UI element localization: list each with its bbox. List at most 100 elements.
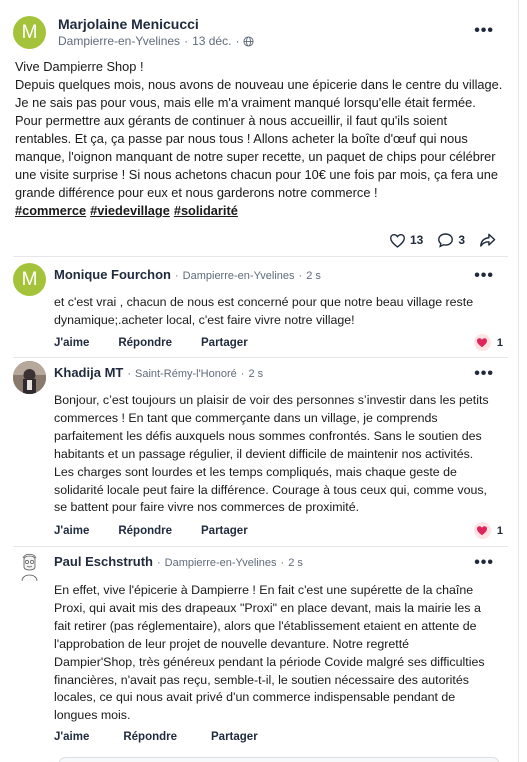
post-body: Vive Dampierre Shop ! Depuis quelques mo…: [15, 58, 510, 220]
cartoon-avatar-icon: [13, 550, 46, 583]
meta-separator: ·: [240, 368, 245, 380]
comment-like-button[interactable]: J'aime: [54, 337, 89, 349]
commenter-name[interactable]: Khadija MT: [54, 365, 123, 380]
hashtag-solidarite[interactable]: #solidarité: [174, 202, 238, 220]
comment-share-button[interactable]: Partager: [211, 731, 258, 743]
like-count: 13: [409, 233, 424, 247]
comment-time: 2 s: [248, 368, 264, 380]
heart-filled-icon: [473, 522, 491, 539]
meta-separator: ·: [235, 34, 240, 48]
post-line: Depuis quelques mois, nous avons de nouv…: [15, 77, 503, 92]
author-avatar[interactable]: M: [13, 16, 46, 49]
commenter-avatar[interactable]: [13, 550, 46, 583]
comment-share-button[interactable]: Partager: [201, 525, 248, 537]
post-reactions: 13 3: [389, 232, 496, 248]
comment-like-count[interactable]: 1: [473, 522, 503, 539]
comment-line: et c'est vrai , chacun de nous est conce…: [54, 295, 474, 309]
commenter-avatar[interactable]: [13, 361, 46, 394]
comment-header: Paul Eschstruth · Dampierre-en-Yvelines …: [54, 554, 303, 569]
comment-like-number: 1: [496, 524, 503, 537]
comment-count: 3: [458, 233, 465, 247]
share-arrow-icon: [480, 233, 496, 247]
comment-reply-button[interactable]: Répondre: [118, 337, 172, 349]
commenter-name[interactable]: Paul Eschstruth: [54, 554, 153, 569]
comment-line: dynamique;.acheter local, c'est faire vi…: [54, 312, 355, 327]
comment-like-count[interactable]: 1: [473, 334, 503, 351]
comment-reply-button[interactable]: Répondre: [123, 731, 177, 743]
post-card: M Marjolaine Menicucci Dampierre-en-Yvel…: [0, 0, 519, 762]
commenter-avatar[interactable]: M: [13, 263, 46, 296]
meta-separator: ·: [174, 270, 179, 282]
hashtag-list: #commerce #viedevillage #solidarité: [15, 202, 510, 220]
comment-text: et c'est vrai , chacun de nous est conce…: [54, 294, 499, 330]
comment-actions: J'aime Répondre Partager: [54, 337, 248, 349]
comment-time: 2 s: [288, 557, 303, 569]
comment-like-button[interactable]: J'aime: [54, 731, 89, 743]
hashtag-viedevillage[interactable]: #viedevillage: [90, 202, 170, 220]
comment-actions: J'aime Répondre Partager: [54, 525, 248, 537]
comment-like-button[interactable]: J'aime: [54, 525, 89, 537]
comment: M Monique Fourchon · Dampierre-en-Yvelin…: [13, 263, 508, 355]
comment-line: locales, ce qui nous avait privé d'un co…: [54, 690, 456, 705]
post-line: Je ne sais pas pour vous, mais elle m'a …: [15, 95, 476, 110]
meta-separator: ·: [127, 368, 132, 380]
commenter-location[interactable]: Dampierre-en-Yvelines: [165, 557, 277, 569]
comment-header: Khadija MT · Saint-Rémy-l'Honoré · 2 s: [54, 365, 263, 380]
post-location[interactable]: Dampierre-en-Yvelines: [58, 34, 180, 48]
comment-share-button[interactable]: Partager: [201, 337, 248, 349]
post-line: une visite surprise ! Si nous achetons c…: [15, 167, 499, 182]
comment-line: Les charges sont lourdes et les temps co…: [54, 464, 457, 479]
post-line: manque, l'oignon manquant de notre super…: [15, 149, 496, 164]
post-more-options-icon[interactable]: •••: [474, 23, 494, 39]
comment: Paul Eschstruth · Dampierre-en-Yvelines …: [13, 550, 508, 750]
comment-line: solidarité locale peut faire la différen…: [54, 482, 487, 497]
comment-divider: [13, 357, 508, 358]
comment-like-number: 1: [496, 336, 503, 349]
comment-reaction[interactable]: 3: [437, 232, 465, 248]
share-reaction[interactable]: [479, 232, 496, 248]
commenter-name[interactable]: Monique Fourchon: [54, 267, 171, 282]
commenter-location[interactable]: Dampierre-en-Yvelines: [183, 270, 295, 282]
comment-line: fait retirer (pas réglementaire), alors …: [54, 618, 477, 633]
comment-line: longues mois.: [54, 708, 131, 723]
meta-separator: ·: [298, 270, 303, 282]
comment: Khadija MT · Saint-Rémy-l'Honoré · 2 s •…: [13, 361, 508, 545]
comment-text: Bonjour, c’est toujours un plaisir de vo…: [54, 392, 499, 517]
person-photo-icon: [13, 361, 46, 394]
heart-outline-icon: [389, 233, 405, 248]
comment-more-options-icon[interactable]: •••: [474, 555, 494, 571]
post-line: Pour permettre aux gérants de continuer …: [15, 113, 448, 128]
hashtag-commerce[interactable]: #commerce: [15, 202, 86, 220]
author-name[interactable]: Marjolaine Menicucci: [58, 16, 199, 32]
comment-header: Monique Fourchon · Dampierre-en-Yvelines…: [54, 267, 321, 282]
comment-line: Bonjour, c’est toujours un plaisir de vo…: [54, 393, 489, 407]
globe-icon: [243, 35, 254, 47]
comment-line: parfaitement les défis auxquels nous som…: [54, 428, 482, 443]
comment-line: En effet, vive l'épicerie à Dampierre ! …: [54, 583, 474, 597]
post-meta: Dampierre-en-Yvelines · 13 déc. ·: [58, 34, 254, 48]
post-date[interactable]: 13 déc.: [192, 34, 231, 48]
commenter-location[interactable]: Saint-Rémy-l'Honoré: [135, 368, 237, 380]
like-reaction[interactable]: 13: [389, 233, 423, 248]
comment-line: se battent pour faire vivre nos commerce…: [54, 500, 360, 515]
reply-input-bar[interactable]: [59, 757, 499, 762]
comment-more-options-icon[interactable]: •••: [474, 366, 494, 382]
meta-separator: ·: [184, 34, 189, 48]
comment-more-options-icon[interactable]: •••: [474, 268, 494, 284]
comment-line: Proxi, qui avait mis des drapeaux "Proxi…: [54, 600, 481, 615]
comment-reply-button[interactable]: Répondre: [118, 525, 172, 537]
post-divider: [13, 256, 508, 257]
comment-text: En effet, vive l'épicerie à Dampierre ! …: [54, 582, 499, 725]
comment-divider: [13, 546, 508, 547]
meta-separator: ·: [156, 557, 161, 569]
comment-bubble-icon: [438, 233, 454, 248]
comment-line: financières, n'avait pas reçu, semble-t-…: [54, 672, 469, 687]
post-line: rentables. Et ça, ça passe par nous tous…: [15, 131, 468, 146]
post-header: M Marjolaine Menicucci Dampierre-en-Yvel…: [13, 16, 508, 50]
meta-separator: ·: [280, 557, 285, 569]
heart-filled-icon: [473, 334, 491, 351]
comment-line: Dampier'Shop, très généreux pendant la p…: [54, 654, 485, 669]
comment-line: commerces ! En tant que commerçante dans…: [54, 410, 438, 425]
comment-time: 2 s: [306, 270, 321, 282]
comment-line: l'approbation de leur projet de nouvelle…: [54, 636, 410, 651]
